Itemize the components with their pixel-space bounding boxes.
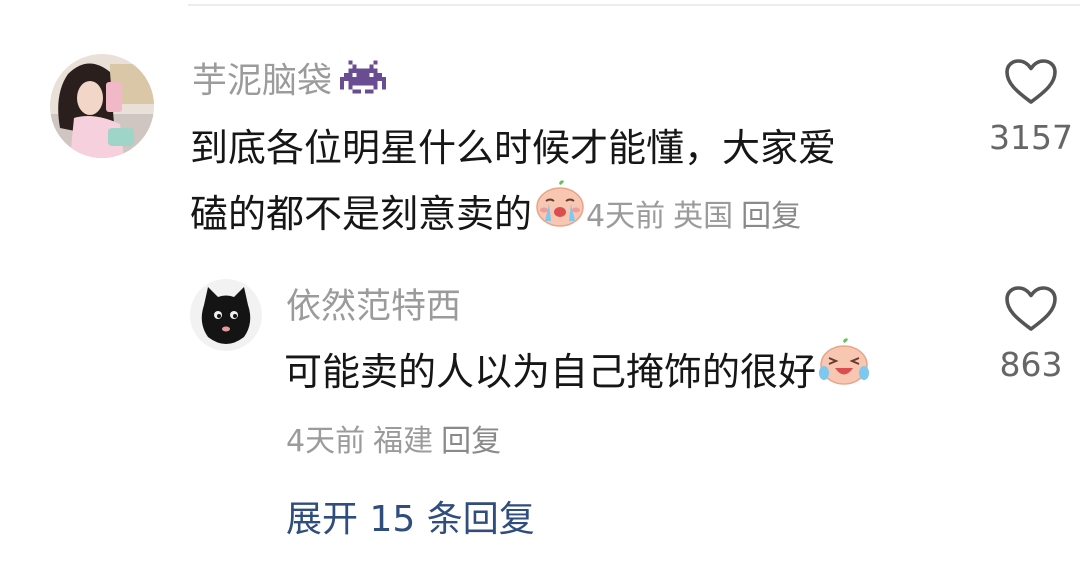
comment-meta: 4天前 英国 回复 xyxy=(586,199,809,234)
replier-avatar[interactable] xyxy=(190,279,262,351)
replier-username[interactable]: 依然范特西 xyxy=(286,285,461,329)
comment-reply-button[interactable]: 回复 xyxy=(741,199,801,234)
comment-like: 3157 xyxy=(976,58,1080,158)
reply-like: 863 xyxy=(976,285,1080,385)
laughing-tears-face-icon xyxy=(818,337,870,404)
heart-icon[interactable] xyxy=(1004,285,1058,333)
comment-text-line2: 磕的都不是刻意卖的 4天前 英国 回复 xyxy=(190,179,809,250)
commenter-avatar-image xyxy=(50,54,154,158)
commenter-username-text: 芋泥脑袋 xyxy=(192,61,333,102)
reply-like-count: 863 xyxy=(999,345,1063,384)
comment-like-count: 3157 xyxy=(989,118,1073,157)
commenter-username[interactable]: 芋泥脑袋 xyxy=(192,58,387,107)
crying-face-icon xyxy=(534,179,586,246)
comment-text-line1: 到底各位明星什么时候才能懂，大家爱 xyxy=(190,126,837,170)
space-invader-icon xyxy=(340,58,387,107)
reply-meta: 4天前 福建 回复 xyxy=(286,420,509,464)
reply-time: 4天前 xyxy=(286,424,366,459)
comment-text-line2-content: 磕的都不是刻意卖的 xyxy=(190,192,533,236)
comment-time: 4天前 xyxy=(586,198,666,234)
reply-text: 可能卖的人以为自己掩饰的很好 xyxy=(284,337,870,408)
top-divider xyxy=(188,4,1080,6)
comment-location: 英国 xyxy=(673,198,734,234)
replier-avatar-image xyxy=(190,279,262,351)
heart-icon[interactable] xyxy=(1004,58,1058,106)
expand-replies-link[interactable]: 展开 15 条回复 xyxy=(286,494,535,546)
reply-reply-button[interactable]: 回复 xyxy=(441,424,501,459)
reply-text-content: 可能卖的人以为自己掩饰的很好 xyxy=(284,350,817,394)
reply-location: 福建 xyxy=(373,424,434,459)
commenter-avatar[interactable] xyxy=(50,54,154,158)
